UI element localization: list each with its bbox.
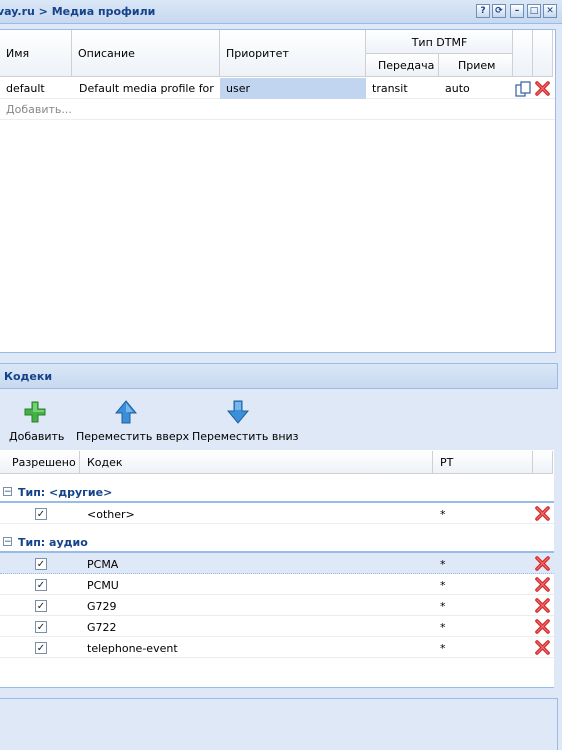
group-toggle-icon[interactable]: −: [3, 487, 12, 497]
col-header-actions: [513, 30, 533, 77]
maximize-tool-button[interactable]: □: [527, 4, 541, 18]
col-header-actions-2: [533, 30, 553, 77]
col-header-dtmf-type: Тип DTMF: [366, 30, 513, 54]
add-plus-icon: [23, 400, 47, 424]
delete-icon[interactable]: [534, 505, 551, 522]
table-row[interactable]: [0, 574, 554, 595]
group-header-other[interactable]: Тип: <другие>: [18, 486, 112, 499]
group-header-audio[interactable]: Тип: аудио: [18, 536, 88, 549]
help-tool-button[interactable]: ?: [476, 4, 490, 18]
table-row[interactable]: [0, 637, 554, 658]
add-codec-label: Добавить: [9, 430, 65, 443]
table-row[interactable]: [0, 595, 554, 616]
delete-icon[interactable]: [534, 555, 551, 572]
bottom-pane: [0, 698, 558, 750]
codec-pt: *: [440, 600, 446, 613]
codecs-panel-title: Кодеки: [4, 370, 53, 383]
add-row[interactable]: [0, 99, 555, 120]
arrow-up-icon: [114, 400, 138, 424]
delete-icon[interactable]: [534, 576, 551, 593]
table-row[interactable]: [0, 503, 554, 524]
col-header-pt[interactable]: PT: [433, 451, 533, 474]
col-header-codec-actions: [533, 451, 553, 474]
delete-icon[interactable]: [534, 618, 551, 635]
move-down-label: Переместить вниз: [192, 430, 299, 443]
col-header-codec[interactable]: Кодек: [80, 451, 433, 474]
allowed-checkbox[interactable]: ✓: [35, 621, 47, 633]
cell-dtmf-send: transit: [372, 82, 408, 95]
col-header-dtmf-send[interactable]: Передача: [366, 54, 439, 77]
table-row-selected[interactable]: [0, 553, 554, 574]
allowed-checkbox[interactable]: ✓: [35, 600, 47, 612]
delete-icon[interactable]: [534, 639, 551, 656]
codec-name: PCMU: [87, 579, 119, 592]
refresh-tool-button[interactable]: ⟳: [492, 4, 506, 18]
copy-icon[interactable]: [515, 81, 531, 97]
col-header-allowed[interactable]: Разрешено: [0, 451, 80, 474]
codec-pt: *: [440, 621, 446, 634]
close-tool-button[interactable]: ✕: [543, 4, 557, 18]
table-row[interactable]: [0, 616, 554, 637]
codec-name: telephone-event: [87, 642, 178, 655]
arrow-down-icon: [226, 400, 250, 424]
col-header-dtmf-receive[interactable]: Прием: [439, 54, 513, 77]
col-header-name[interactable]: Имя: [0, 30, 72, 77]
allowed-checkbox[interactable]: ✓: [35, 642, 47, 654]
codec-pt: *: [440, 579, 446, 592]
cell-description: Default media profile for ...: [79, 82, 215, 95]
codec-pt: *: [440, 508, 446, 521]
minimize-tool-button[interactable]: –: [510, 4, 524, 18]
codec-pt: *: [440, 558, 446, 571]
cell-name: default: [6, 82, 45, 95]
codec-pt: *: [440, 642, 446, 655]
codec-name: PCMA: [87, 558, 119, 571]
allowed-checkbox[interactable]: ✓: [35, 558, 47, 570]
breadcrumb-title: vay.ru > Медиа профили: [0, 5, 156, 18]
cell-priority: user: [226, 82, 250, 95]
allowed-checkbox[interactable]: ✓: [35, 508, 47, 520]
codecs-panel-header: [0, 363, 558, 389]
group-toggle-icon[interactable]: −: [3, 537, 12, 547]
move-up-label: Переместить вверх: [76, 430, 190, 443]
add-row-placeholder: Добавить...: [6, 103, 72, 116]
col-header-description[interactable]: Описание: [72, 30, 220, 77]
codec-name: G729: [87, 600, 117, 613]
delete-icon[interactable]: [534, 597, 551, 614]
codec-name: G722: [87, 621, 117, 634]
codec-name: <other>: [87, 508, 135, 521]
cell-dtmf-receive: auto: [445, 82, 470, 95]
col-header-priority[interactable]: Приоритет: [220, 30, 366, 77]
allowed-checkbox[interactable]: ✓: [35, 579, 47, 591]
delete-icon[interactable]: [534, 80, 551, 97]
